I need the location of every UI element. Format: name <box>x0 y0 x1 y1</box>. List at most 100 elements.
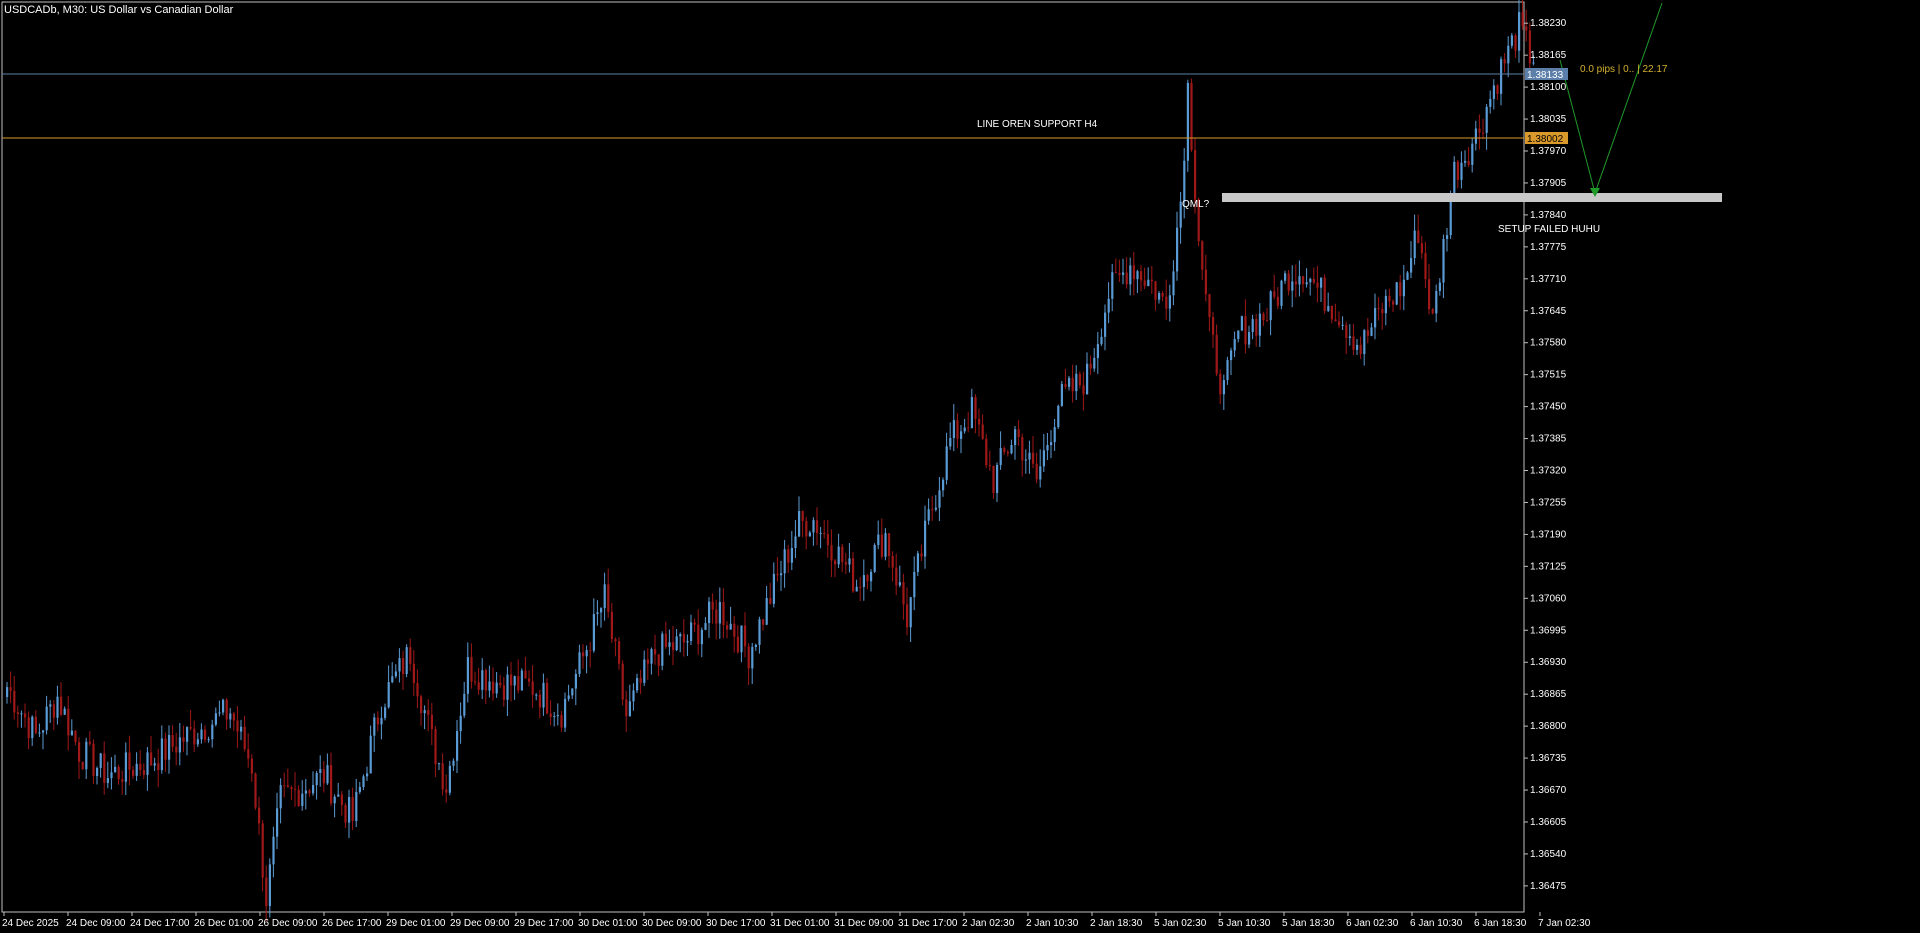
candle-body <box>628 701 631 717</box>
candle-body <box>1186 82 1189 161</box>
y-tick-label: 1.37320 <box>1530 466 1567 477</box>
candle-body <box>297 789 300 806</box>
candle-body <box>427 710 430 715</box>
candle-body <box>1078 373 1081 386</box>
candle-body <box>312 785 315 794</box>
candle-body <box>1024 459 1027 461</box>
candle-body <box>974 397 977 419</box>
candle-body <box>351 797 354 822</box>
candle-body <box>1482 132 1485 134</box>
candle-body <box>988 465 991 467</box>
candle-body <box>585 650 588 657</box>
candle-body <box>1456 161 1459 180</box>
candle-body <box>985 438 988 466</box>
candle-body <box>1122 272 1125 275</box>
candle-body <box>848 558 851 565</box>
candle-body <box>117 766 120 780</box>
candle-body <box>819 532 822 534</box>
qml-zone[interactable] <box>1222 193 1722 202</box>
candle-body <box>1449 197 1452 236</box>
candle-body <box>1172 271 1175 296</box>
candle-body <box>218 712 221 714</box>
y-tick-label: 1.36995 <box>1530 625 1567 636</box>
candle-body <box>1226 360 1229 381</box>
candle-body <box>1298 276 1301 285</box>
candle-body <box>1471 143 1474 165</box>
x-tick-label: 30 Dec 09:00 <box>642 918 702 929</box>
candle-body <box>1492 85 1495 99</box>
current-price-value: 1.38133 <box>1527 70 1564 81</box>
candle-body <box>1075 373 1078 392</box>
candle-body <box>438 763 441 765</box>
candle-body <box>963 427 966 432</box>
candle-body <box>423 710 426 714</box>
y-tick-label: 1.37450 <box>1530 402 1567 413</box>
candle-body <box>409 647 412 664</box>
support-label: LINE OREN SUPPORT H4 <box>977 119 1098 130</box>
candle-body <box>1114 272 1117 274</box>
candle-body <box>1417 230 1420 244</box>
candle-body <box>261 823 264 878</box>
candle-body <box>1406 272 1409 280</box>
price-chart[interactable]: USDCADb, M30: US Dollar vs Canadian Doll… <box>0 0 1920 933</box>
candle-body <box>614 639 617 642</box>
candle-body <box>1474 128 1477 144</box>
candle-body <box>229 713 232 720</box>
candle-body <box>1410 258 1413 273</box>
candle-body <box>625 699 628 717</box>
candle-body <box>459 715 462 732</box>
candle-body <box>484 670 487 691</box>
candle-body <box>1514 35 1517 51</box>
candle-body <box>466 657 469 694</box>
candle-body <box>1068 377 1071 387</box>
candle-body <box>52 704 55 718</box>
candle-body <box>391 676 394 683</box>
candle-body <box>333 796 336 804</box>
candle-body <box>211 724 214 740</box>
candle-body <box>1107 298 1110 313</box>
x-tick-label: 30 Dec 17:00 <box>706 918 766 929</box>
candle-body <box>690 622 693 642</box>
candle-body <box>78 742 81 762</box>
candle-body <box>1348 336 1351 339</box>
candle-body <box>726 625 729 630</box>
candle-body <box>744 625 747 647</box>
x-tick-label: 24 Dec 09:00 <box>66 918 126 929</box>
candle-body <box>992 465 995 494</box>
candle-body <box>207 739 210 741</box>
projection-path[interactable] <box>1559 2 1663 195</box>
x-tick-label: 7 Jan 02:30 <box>1538 918 1591 929</box>
candle-body <box>1363 330 1366 355</box>
candle-body <box>1244 316 1247 345</box>
candle-body <box>1280 280 1283 306</box>
chart-window[interactable]: USDCADb, M30: US Dollar vs Canadian Doll… <box>0 0 1920 933</box>
candle-body <box>531 681 534 695</box>
candle-body <box>1500 59 1503 94</box>
y-tick-label: 1.37580 <box>1530 338 1567 349</box>
x-tick-label: 31 Dec 09:00 <box>834 918 894 929</box>
measure-label: 0.0 pips | 0.. | 22.17 <box>1580 64 1668 75</box>
candle-body <box>1125 272 1128 285</box>
candle-body <box>668 642 671 647</box>
candle-body <box>733 623 736 637</box>
candle-body <box>924 520 927 557</box>
candle-body <box>672 642 675 650</box>
candle-body <box>866 575 869 582</box>
candle-body <box>1338 321 1341 326</box>
time-axis[interactable]: 24 Dec 2025 24 Dec 09:00 24 Dec 17:00 26 De… <box>2 912 1591 929</box>
candle-body <box>160 738 163 771</box>
candle-body <box>1366 330 1369 336</box>
candle-body <box>949 437 952 447</box>
candle-body <box>232 713 235 721</box>
candle-body <box>344 804 347 823</box>
candle-body <box>463 693 466 716</box>
candle-body <box>196 739 199 745</box>
candle-body <box>1082 385 1085 395</box>
x-tick-label: 6 Jan 02:30 <box>1346 918 1399 929</box>
candle-body <box>783 549 786 574</box>
candle-body <box>646 659 649 664</box>
candle-body <box>765 598 768 625</box>
candle-body <box>99 753 102 768</box>
price-axis[interactable]: 1.38230 1.38165 1.38100 1.38035 1.37970 1.379… <box>1524 18 1567 892</box>
candle-body <box>1352 336 1355 350</box>
